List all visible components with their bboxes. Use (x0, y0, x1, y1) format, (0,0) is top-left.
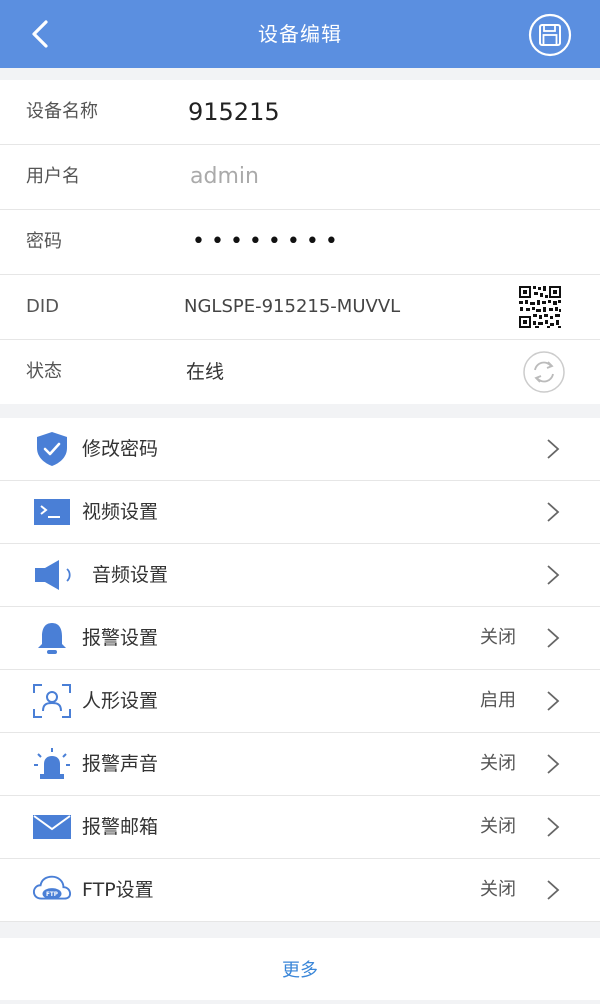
password-field[interactable]: •••••••• (192, 210, 344, 274)
video-terminal-icon (32, 493, 72, 531)
menu-item-video-settings[interactable]: 视频设置 (0, 481, 600, 544)
menu-item-status: 关闭 (480, 816, 516, 837)
menu-item-ftp-settings[interactable]: FTP FTP设置 关闭 (0, 859, 600, 922)
save-button[interactable] (528, 13, 572, 57)
menu-item-status: 关闭 (480, 753, 516, 774)
menu-item-label: 修改密码 (82, 438, 159, 460)
menu-item-status: 关闭 (480, 627, 516, 648)
chevron-right-icon (547, 880, 560, 900)
menu-item-label: 视频设置 (82, 501, 159, 523)
username-row: 用户名 admin (0, 145, 600, 210)
status-value: 在线 (186, 361, 225, 383)
menu-item-audio-settings[interactable]: 音频设置 (0, 544, 600, 607)
device-name-row: 设备名称 915215 (0, 80, 600, 145)
did-value: NGLSPE-915215-MUVVL (184, 296, 401, 317)
header-bar: 设备编辑 (0, 0, 600, 68)
did-label: DID (26, 296, 60, 317)
menu-item-change-password[interactable]: 修改密码 (0, 418, 600, 481)
shield-check-icon (32, 430, 72, 468)
chevron-right-icon (547, 628, 560, 648)
menu-item-label: 音频设置 (92, 564, 169, 586)
siren-icon (32, 745, 72, 783)
menu-item-label: 报警邮箱 (82, 816, 159, 838)
person-detect-icon (32, 682, 72, 720)
page-title: 设备编辑 (258, 22, 342, 46)
menu-item-alarm-settings[interactable]: 报警设置 关闭 (0, 607, 600, 670)
username-field[interactable]: admin (190, 145, 259, 209)
menu-item-status: 启用 (480, 690, 516, 711)
ftp-cloud-icon: FTP (32, 871, 72, 909)
bell-icon (32, 619, 72, 657)
menu-item-label: 人形设置 (82, 690, 159, 712)
chevron-right-icon (547, 817, 560, 837)
speaker-icon (32, 556, 84, 594)
mail-icon (32, 808, 72, 846)
chevron-right-icon (547, 502, 560, 522)
chevron-right-icon (547, 754, 560, 774)
menu-item-alarm-sound[interactable]: 报警声音 关闭 (0, 733, 600, 796)
chevron-right-icon (547, 691, 560, 711)
menu-item-status: 关闭 (480, 879, 516, 900)
password-label: 密码 (26, 231, 62, 252)
menu-item-alarm-email[interactable]: 报警邮箱 关闭 (0, 796, 600, 859)
save-disk-icon (528, 13, 572, 57)
svg-text:FTP: FTP (46, 892, 58, 898)
password-row: 密码 •••••••• (0, 210, 600, 275)
qr-code-icon[interactable] (510, 283, 570, 331)
username-label: 用户名 (26, 166, 80, 187)
device-name-label: 设备名称 (26, 101, 98, 122)
status-row: 状态 在线 (0, 340, 600, 404)
settings-menu: 修改密码 视频设置 音频设置 报警设置 关闭 人形设置 启用 报警声音 关闭 报… (0, 418, 600, 922)
device-info-section: 设备名称 915215 用户名 admin 密码 •••••••• DID NG… (0, 80, 600, 404)
menu-item-label: 报警声音 (82, 753, 159, 775)
refresh-icon[interactable] (522, 350, 566, 394)
status-label: 状态 (26, 361, 62, 382)
chevron-right-icon (547, 439, 560, 459)
menu-item-label: FTP设置 (82, 879, 154, 901)
menu-item-human-detection[interactable]: 人形设置 启用 (0, 670, 600, 733)
device-name-field[interactable]: 915215 (188, 80, 280, 144)
more-button[interactable]: 更多 (0, 938, 600, 1000)
menu-item-label: 报警设置 (82, 627, 159, 649)
did-row: DID NGLSPE-915215-MUVVL (0, 275, 600, 340)
chevron-right-icon (547, 565, 560, 585)
